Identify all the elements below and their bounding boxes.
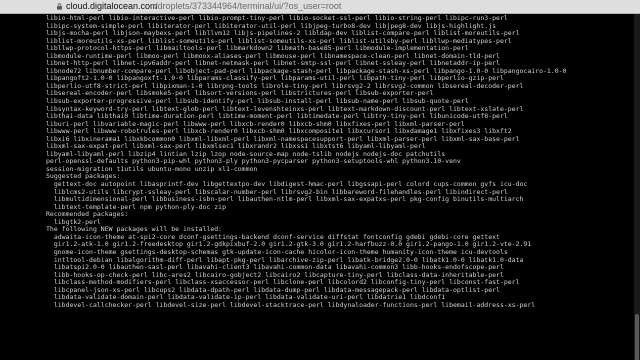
lock-icon: [57, 3, 62, 10]
browser-window: cloud.digitalocean.com /droplets/3733449…: [0, 0, 640, 360]
url-path: /droplets/373344964/terminal/ui/?os_user…: [155, 1, 342, 11]
terminal-scrollbar[interactable]: [634, 14, 640, 360]
terminal-line: libdevel-callchecker-perl libdevel-size-…: [46, 300, 536, 309]
terminal-console[interactable]: libio-html-perl libio-interactive-perl l…: [0, 14, 640, 360]
url-host: cloud.digitalocean.com: [66, 1, 158, 11]
address-bar[interactable]: cloud.digitalocean.com /droplets/3733449…: [0, 0, 640, 14]
terminal-output: libio-html-perl libio-interactive-perl l…: [46, 15, 630, 309]
scrollbar-thumb[interactable]: [635, 314, 639, 360]
